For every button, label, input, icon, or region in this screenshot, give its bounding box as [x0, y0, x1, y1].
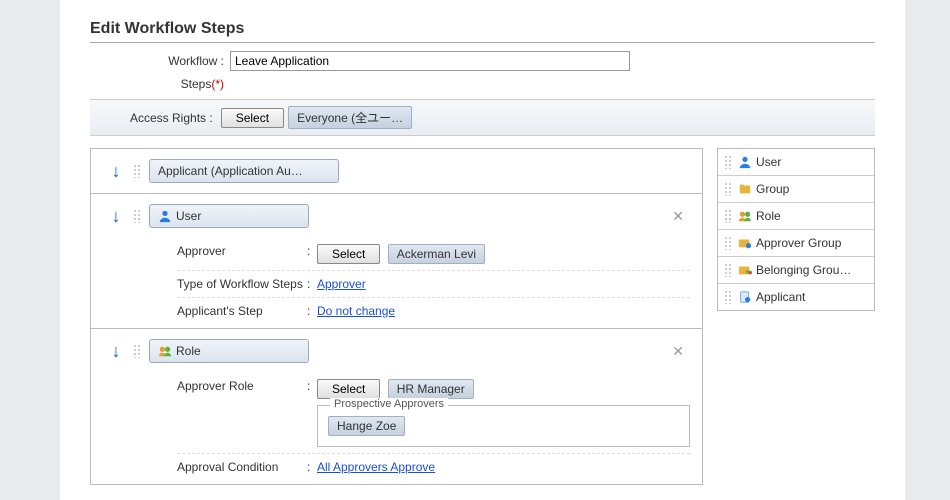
palette-belonging-group[interactable]: Belonging Grou… — [718, 257, 874, 284]
title-rule — [90, 42, 875, 43]
step-applicant-label: Applicant (Application Au… — [158, 164, 303, 178]
step-user: ↓ User ✕ Approver : — [91, 194, 702, 329]
access-rights-label: Access Rights : — [130, 111, 213, 125]
step-applicant: ↓ Applicant (Application Au… — [91, 149, 702, 194]
palette-belonging-group-label: Belonging Grou… — [756, 263, 851, 277]
workflow-type-label: Type of Workflow Steps — [177, 277, 307, 291]
drag-handle-icon — [724, 209, 732, 223]
role-tag[interactable]: HR Manager — [388, 379, 474, 399]
palette-approver-group[interactable]: Approver Group — [718, 230, 874, 257]
page-title: Edit Workflow Steps — [90, 20, 875, 38]
drag-handle-icon — [724, 155, 732, 169]
role-icon — [738, 209, 752, 223]
access-select-button[interactable]: Select — [221, 108, 284, 128]
palette-group[interactable]: Group — [718, 176, 874, 203]
palette-role[interactable]: Role — [718, 203, 874, 230]
role-icon — [158, 344, 172, 358]
approver-label: Approver — [177, 244, 307, 258]
drag-handle-icon — [724, 182, 732, 196]
group-icon — [738, 182, 752, 196]
arrow-down-icon: ↓ — [99, 341, 133, 362]
palette-user[interactable]: User — [718, 149, 874, 176]
steps-field: Steps(*) — [90, 77, 875, 91]
arrow-down-icon: ↓ — [99, 161, 133, 182]
applicant-step-link[interactable]: Do not change — [317, 304, 395, 318]
palette-approver-group-label: Approver Group — [756, 236, 841, 250]
remove-step-button[interactable]: ✕ — [672, 343, 684, 360]
drag-handle-icon — [724, 290, 732, 304]
palette-user-label: User — [756, 155, 781, 169]
steps-label: Steps(*) — [90, 77, 230, 91]
workflow-input[interactable] — [230, 51, 630, 71]
approver-group-icon — [738, 236, 752, 250]
step-role: ↓ Role ✕ Approver Role : — [91, 329, 702, 484]
step-role-label: Role — [176, 344, 201, 358]
drag-handle-icon — [724, 236, 732, 250]
step-role-box[interactable]: Role — [149, 339, 309, 363]
applicant-icon — [738, 290, 752, 304]
drag-handle-icon[interactable] — [133, 164, 141, 178]
user-icon — [738, 155, 752, 169]
workflow-field: Workflow : — [90, 51, 875, 71]
applicant-step-label: Applicant's Step — [177, 304, 307, 318]
step-user-label: User — [176, 209, 201, 223]
prospective-approvers-label: Prospective Approvers — [330, 398, 448, 410]
role-select-button[interactable]: Select — [317, 379, 380, 399]
step-user-box[interactable]: User — [149, 204, 309, 228]
prospective-approver-tag[interactable]: Hange Zoe — [328, 416, 405, 436]
approval-condition-link[interactable]: All Approvers Approve — [317, 460, 435, 474]
approval-condition-label: Approval Condition — [177, 460, 307, 474]
palette-applicant[interactable]: Applicant — [718, 284, 874, 310]
remove-step-button[interactable]: ✕ — [672, 208, 684, 225]
arrow-down-icon: ↓ — [99, 206, 133, 227]
workflow-label: Workflow : — [90, 54, 230, 68]
approver-role-label: Approver Role — [177, 379, 307, 393]
steps-canvas: ↓ Applicant (Application Au… ↓ — [90, 148, 703, 485]
belonging-group-icon — [738, 263, 752, 277]
step-applicant-box[interactable]: Applicant (Application Au… — [149, 159, 339, 183]
approver-tag[interactable]: Ackerman Levi — [388, 244, 485, 264]
prospective-approvers-box: Prospective Approvers Hange Zoe — [317, 405, 690, 447]
palette-group-label: Group — [756, 182, 789, 196]
workflow-type-link[interactable]: Approver — [317, 277, 366, 291]
drag-handle-icon[interactable] — [133, 344, 141, 358]
approver-select-button[interactable]: Select — [317, 244, 380, 264]
drag-handle-icon[interactable] — [133, 209, 141, 223]
access-rights-bar: Access Rights : Select Everyone (全ユー… — [90, 99, 875, 136]
palette-role-label: Role — [756, 209, 781, 223]
access-rights-tag[interactable]: Everyone (全ユー… — [288, 106, 412, 129]
step-palette: User Group Role Appr — [717, 148, 875, 311]
palette-applicant-label: Applicant — [756, 290, 805, 304]
user-icon — [158, 209, 172, 223]
drag-handle-icon — [724, 263, 732, 277]
